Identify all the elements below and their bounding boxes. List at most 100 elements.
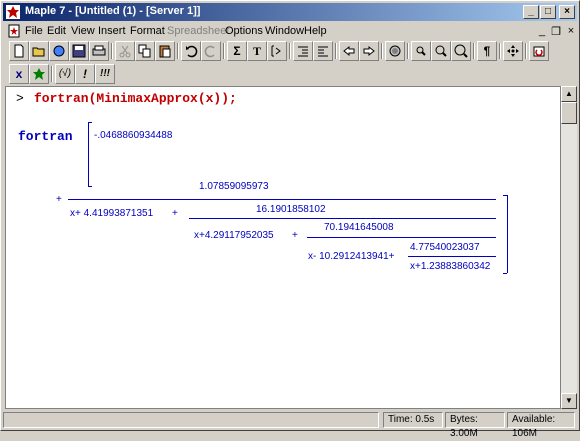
menu-edit[interactable]: Edit	[47, 25, 66, 37]
execute-all-button[interactable]: !!!	[95, 64, 115, 84]
menu-insert[interactable]: Insert	[98, 25, 126, 37]
doc-close-button[interactable]: ×	[564, 25, 578, 37]
toolbar-separator	[473, 43, 475, 59]
main-toolbar: Σ T ¶	[5, 41, 575, 65]
zoom-large-icon	[454, 44, 468, 58]
toolbar-separator	[111, 43, 113, 59]
paste-clipboard-icon	[159, 45, 171, 58]
status-time: Time: 0.5s	[383, 412, 443, 428]
redo-button[interactable]	[201, 41, 221, 61]
plus-sign: +	[292, 230, 298, 241]
scroll-down-arrow-icon[interactable]: ▼	[561, 393, 577, 409]
restart-icon	[533, 46, 545, 57]
arrow-left-icon	[343, 45, 355, 57]
output-function-name: fortran	[18, 129, 73, 144]
menu-view[interactable]: View	[71, 25, 95, 37]
execute-worksheet-button[interactable]: !	[75, 64, 95, 84]
zoom-small-button[interactable]	[411, 41, 431, 61]
printer-icon	[92, 45, 106, 56]
scissors-icon	[119, 45, 131, 58]
outdent-icon	[318, 46, 328, 57]
status-bar: Time: 0.5s Bytes: 3.00M Available: 106M	[3, 411, 577, 439]
stop-button[interactable]	[385, 41, 405, 61]
insert-prompt-button[interactable]	[267, 41, 287, 61]
save-button[interactable]	[69, 41, 89, 61]
save-disk-icon	[72, 44, 86, 58]
scroll-thumb[interactable]	[561, 102, 577, 124]
close-button[interactable]: ×	[559, 5, 575, 19]
plus-sign: +	[172, 208, 178, 219]
undo-button[interactable]	[181, 41, 201, 61]
menu-spreadsheet: Spreadsheet	[167, 25, 230, 37]
fraction-bar-4	[408, 256, 496, 257]
plus-sign: +	[56, 194, 62, 205]
maple-leaf-icon	[6, 5, 20, 19]
sqrt-button[interactable]: (√)	[55, 64, 75, 84]
left-bracket	[88, 122, 89, 186]
back-button[interactable]	[339, 41, 359, 61]
cut-button[interactable]	[115, 41, 135, 61]
expand-button[interactable]	[503, 41, 523, 61]
title-bar[interactable]: Maple 7 - [Untitled (1) - [Server 1]] _ …	[3, 3, 577, 21]
zoom-large-button[interactable]	[451, 41, 471, 61]
denominator-1: x+ 4.41993871351	[70, 208, 154, 219]
doc-restore-button[interactable]: ❐	[549, 25, 563, 38]
toolbar-separator	[499, 43, 501, 59]
expand-arrows-icon	[507, 45, 519, 57]
menu-help[interactable]: Help	[304, 25, 327, 37]
open-button[interactable]	[29, 41, 49, 61]
copy-button[interactable]	[135, 41, 155, 61]
toolbar-separator	[223, 43, 225, 59]
doc-minimize-button[interactable]: _	[535, 25, 549, 37]
minimize-button[interactable]: _	[523, 5, 539, 19]
execute-button[interactable]: x	[9, 64, 29, 84]
maple-leaf-button[interactable]	[29, 64, 49, 84]
menu-window[interactable]: Window	[265, 25, 304, 37]
left-bracket-bottom	[88, 186, 92, 187]
fraction-bar-2	[189, 218, 496, 219]
prompt-icon	[271, 45, 281, 57]
right-bracket	[507, 195, 508, 273]
outdent-button[interactable]	[313, 41, 333, 61]
numerator-2: 16.1901858102	[256, 204, 326, 215]
toolbar-separator	[51, 66, 53, 82]
indent-icon	[298, 46, 308, 57]
maple-window: Maple 7 - [Untitled (1) - [Server 1]] _ …	[0, 0, 580, 439]
open-url-button[interactable]	[49, 41, 69, 61]
first-term: -.0468860934488	[94, 130, 173, 141]
redo-arrow-icon	[204, 45, 215, 58]
maximize-button[interactable]: □	[540, 5, 556, 19]
menu-options[interactable]: Options	[225, 25, 263, 37]
toolbar-separator	[525, 43, 527, 59]
show-nonprinting-button[interactable]: ¶	[477, 41, 497, 61]
toolbar-separator	[335, 43, 337, 59]
scroll-up-arrow-icon[interactable]: ▲	[561, 86, 577, 102]
status-bytes: Bytes: 3.00M	[445, 412, 505, 439]
zoom-small-icon	[416, 46, 426, 56]
menu-file[interactable]: File	[25, 25, 43, 37]
worksheet[interactable]: > fortran(MinimaxApprox(x)); fortran -.0…	[5, 86, 561, 409]
text-input-button[interactable]: T	[247, 41, 267, 61]
denominator-3: x- 10.2912413941+	[308, 251, 395, 262]
print-button[interactable]	[89, 41, 109, 61]
toolbar-separator	[407, 43, 409, 59]
restart-button[interactable]	[529, 41, 549, 61]
menu-format[interactable]: Format	[130, 25, 165, 37]
context-toolbar: x (√) ! !!!	[5, 64, 205, 88]
vertical-scrollbar[interactable]: ▲ ▼	[561, 86, 577, 409]
command-input[interactable]: fortran(MinimaxApprox(x));	[34, 91, 237, 106]
indent-button[interactable]	[293, 41, 313, 61]
zoom-medium-button[interactable]	[431, 41, 451, 61]
status-available: Available: 106M	[507, 412, 575, 439]
math-input-button[interactable]: Σ	[227, 41, 247, 61]
paste-button[interactable]	[155, 41, 175, 61]
right-bracket-bottom	[503, 273, 507, 274]
new-button[interactable]	[9, 41, 29, 61]
forward-button[interactable]	[359, 41, 379, 61]
fraction-bar-3	[307, 237, 496, 238]
new-file-icon	[14, 44, 24, 58]
undo-arrow-icon	[186, 45, 198, 58]
document-icon[interactable]	[7, 24, 21, 38]
open-folder-icon	[32, 47, 45, 57]
open-url-icon	[53, 45, 65, 57]
